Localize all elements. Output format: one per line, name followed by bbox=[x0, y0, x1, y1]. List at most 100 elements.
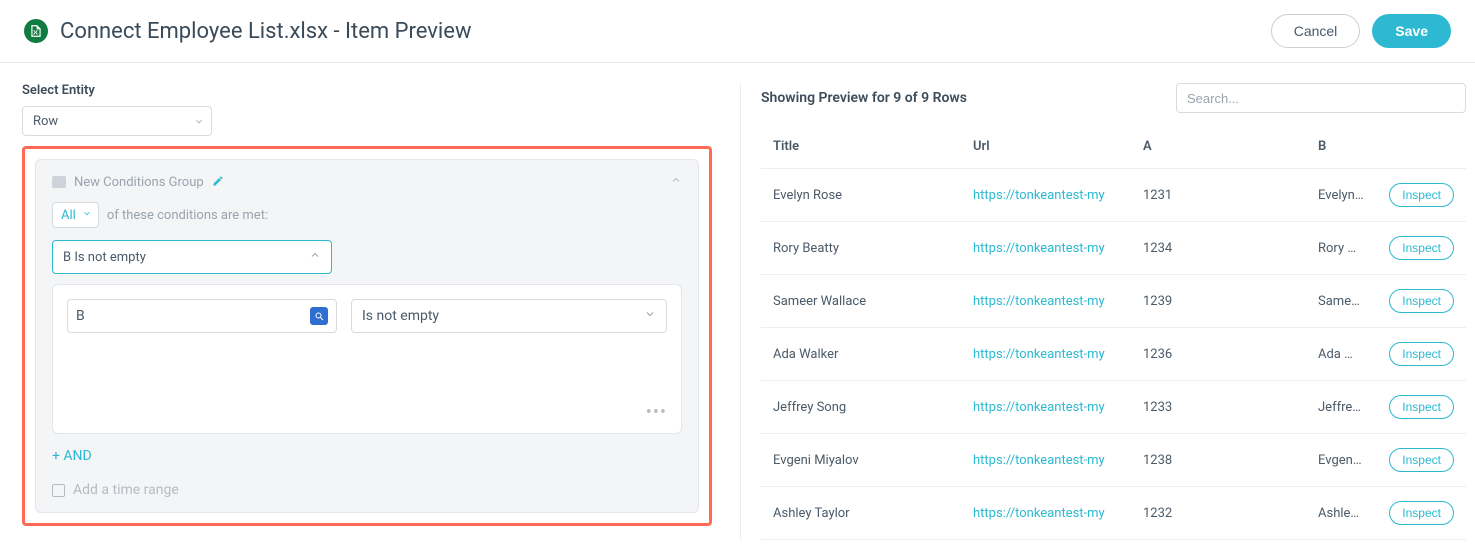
cell-a: 1231 bbox=[1131, 169, 1306, 222]
inspect-button[interactable]: Inspect bbox=[1389, 501, 1454, 525]
chevron-up-icon[interactable] bbox=[670, 174, 682, 190]
add-and-condition[interactable]: + AND bbox=[52, 448, 682, 464]
url-link[interactable]: https://tonkeantest-my bbox=[973, 347, 1105, 362]
cell-url: https://tonkeantest-my bbox=[961, 275, 1131, 328]
cell-a: 1232 bbox=[1131, 487, 1306, 540]
excel-file-icon bbox=[24, 19, 48, 43]
inspect-button[interactable]: Inspect bbox=[1389, 183, 1454, 207]
field-picker-icon[interactable] bbox=[310, 307, 328, 325]
time-range-checkbox[interactable] bbox=[52, 484, 65, 497]
table-row: Ashley Taylorhttps://tonkeantest-my1232A… bbox=[761, 487, 1466, 540]
title-wrap: Connect Employee List.xlsx - Item Previe… bbox=[24, 19, 471, 44]
cell-actions: Inspect bbox=[1376, 222, 1466, 275]
cell-a: 1233 bbox=[1131, 381, 1306, 434]
group-header: New Conditions Group bbox=[52, 174, 682, 190]
inspect-button[interactable]: Inspect bbox=[1389, 289, 1454, 313]
group-header-left: New Conditions Group bbox=[52, 175, 224, 190]
cell-title: Sameer Wallace bbox=[761, 275, 961, 328]
cell-actions: Inspect bbox=[1376, 275, 1466, 328]
condition-summary[interactable]: B Is not empty bbox=[52, 240, 332, 274]
cell-b: Evgeni Miyalov bbox=[1306, 434, 1376, 487]
cell-a: 1239 bbox=[1131, 275, 1306, 328]
url-link[interactable]: https://tonkeantest-my bbox=[973, 294, 1105, 309]
url-link[interactable]: https://tonkeantest-my bbox=[973, 188, 1105, 203]
table-row: Evgeni Miyalov https://tonkeantest-my 1238… bbox=[761, 434, 1466, 487]
col-url[interactable]: Url bbox=[961, 125, 1131, 169]
cell-actions: Inspect bbox=[1376, 434, 1466, 487]
table-row: Rory Beattyhttps://tonkeantest-my1234Ror… bbox=[761, 222, 1466, 275]
chevron-up-icon bbox=[309, 249, 321, 265]
cell-actions: Inspect bbox=[1376, 169, 1466, 222]
inspect-button[interactable]: Inspect bbox=[1389, 342, 1454, 366]
edit-icon[interactable] bbox=[212, 175, 224, 190]
col-b[interactable]: B bbox=[1306, 125, 1376, 169]
topbar: Connect Employee List.xlsx - Item Previe… bbox=[0, 0, 1475, 63]
cell-title: Jeffrey Song bbox=[761, 381, 961, 434]
url-link[interactable]: https://tonkeantest-my bbox=[973, 400, 1105, 415]
inspect-button[interactable]: Inspect bbox=[1389, 448, 1454, 472]
mode-select-value: All bbox=[61, 208, 76, 223]
cancel-button[interactable]: Cancel bbox=[1271, 14, 1361, 48]
condition-editor-row: B Is not empty bbox=[67, 299, 667, 333]
cell-a: 1234 bbox=[1131, 222, 1306, 275]
condition-editor: B Is not empty ••• bbox=[52, 284, 682, 434]
chevron-down-icon bbox=[82, 208, 92, 223]
cell-b: Rory Beatty bbox=[1306, 222, 1376, 275]
conditions-group: New Conditions Group All bbox=[35, 159, 699, 513]
topbar-actions: Cancel Save bbox=[1271, 14, 1451, 48]
preview-title: Showing Preview for 9 of 9 Rows bbox=[761, 90, 967, 106]
preview-table: Title Url A B Evelyn Rose https://tonkean… bbox=[761, 125, 1466, 540]
url-link[interactable]: https://tonkeantest-my bbox=[973, 241, 1105, 256]
operator-select-value: Is not empty bbox=[362, 308, 439, 324]
select-entity-label: Select Entity bbox=[22, 83, 712, 98]
operator-select[interactable]: Is not empty bbox=[351, 299, 667, 333]
table-header-row: Title Url A B bbox=[761, 125, 1466, 169]
conditions-highlight-box: New Conditions Group All bbox=[22, 146, 712, 526]
cell-url: https://tonkeantest-my bbox=[961, 487, 1131, 540]
cell-b: Ashley Taylor bbox=[1306, 487, 1376, 540]
col-title[interactable]: Title bbox=[761, 125, 961, 169]
mode-select-wrap[interactable]: All bbox=[52, 202, 99, 228]
entity-select-wrap[interactable]: Row bbox=[22, 106, 212, 136]
more-actions-icon[interactable]: ••• bbox=[646, 402, 667, 423]
conditions-suffix: of these conditions are met: bbox=[107, 208, 268, 223]
field-input[interactable]: B bbox=[67, 299, 337, 333]
table-row: Evelyn Rosehttps://tonkeantest-my1231Eve… bbox=[761, 169, 1466, 222]
folder-icon bbox=[52, 176, 66, 188]
inspect-button[interactable]: Inspect bbox=[1389, 236, 1454, 260]
cell-title: Evelyn Rose bbox=[761, 169, 961, 222]
entity-select[interactable]: Row bbox=[22, 106, 212, 136]
cell-title: Evgeni Miyalov bbox=[761, 434, 961, 487]
preview-header: Showing Preview for 9 of 9 Rows bbox=[761, 83, 1466, 113]
cell-url: https://tonkeantest-my bbox=[961, 169, 1131, 222]
cell-url: https://tonkeantest-my bbox=[961, 381, 1131, 434]
cell-b: Jeffrey Song bbox=[1306, 381, 1376, 434]
page-title: Connect Employee List.xlsx - Item Previe… bbox=[60, 19, 471, 44]
cell-actions: Inspect bbox=[1376, 381, 1466, 434]
mode-select[interactable]: All bbox=[52, 202, 99, 228]
condition-summary-text: B Is not empty bbox=[63, 250, 146, 265]
table-row: Jeffrey Songhttps://tonkeantest-my1233Je… bbox=[761, 381, 1466, 434]
inspect-button[interactable]: Inspect bbox=[1389, 395, 1454, 419]
conditions-mode-row: All of these conditions are met: bbox=[52, 202, 682, 228]
cell-actions: Inspect bbox=[1376, 328, 1466, 381]
cell-b: Sameer Wallace bbox=[1306, 275, 1376, 328]
url-link[interactable]: https://tonkeantest-my bbox=[973, 453, 1105, 468]
right-panel: Showing Preview for 9 of 9 Rows Title Ur… bbox=[740, 83, 1466, 540]
url-link[interactable]: https://tonkeantest-my bbox=[973, 506, 1105, 521]
cell-b: Ada Walker bbox=[1306, 328, 1376, 381]
cell-a: 1238 bbox=[1131, 434, 1306, 487]
table-row: Sameer Wallace https://tonkeantest-my 1239… bbox=[761, 275, 1466, 328]
cell-title: Rory Beatty bbox=[761, 222, 961, 275]
table-row: Ada Walkerhttps://tonkeantest-my1236Ada … bbox=[761, 328, 1466, 381]
col-a[interactable]: A bbox=[1131, 125, 1306, 169]
cell-url: https://tonkeantest-my bbox=[961, 434, 1131, 487]
cell-title: Ashley Taylor bbox=[761, 487, 961, 540]
cell-actions: Inspect bbox=[1376, 487, 1466, 540]
save-button[interactable]: Save bbox=[1372, 14, 1451, 48]
time-range-row[interactable]: Add a time range bbox=[52, 482, 682, 498]
col-actions bbox=[1376, 125, 1466, 169]
search-input[interactable] bbox=[1176, 83, 1466, 113]
cell-a: 1236 bbox=[1131, 328, 1306, 381]
cell-b: Evelyn Rose bbox=[1306, 169, 1376, 222]
